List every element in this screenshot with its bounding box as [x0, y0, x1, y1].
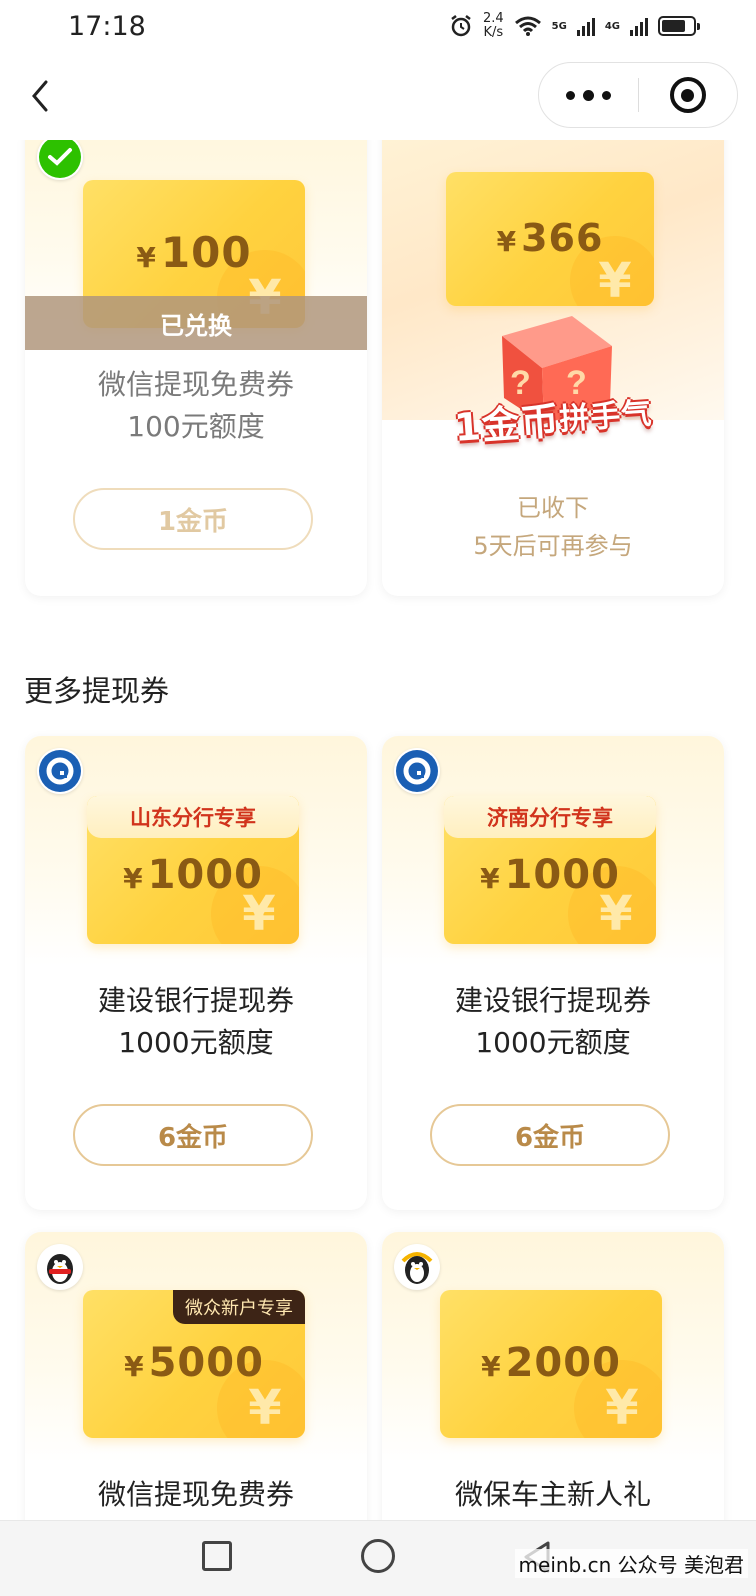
signal-label-1: 5G — [551, 20, 567, 32]
status-retry-note: 5天后可再参与 — [473, 532, 633, 560]
voucher-card-ccb-jinan[interactable]: 济南分行专享 ¥ ¥1000 建设银行提现券 1000元额度 6金币 — [382, 736, 724, 1210]
card-title: 微保车主新人礼 — [454, 1478, 651, 1511]
signal-bars-icon — [630, 16, 648, 36]
ccb-bank-icon — [394, 748, 440, 794]
status-bar: 17:18 2.4 K/s 5G 4G — [0, 0, 756, 52]
voucher-amount: ¥1000 — [480, 852, 620, 898]
voucher-ticket: ¥ ¥366 — [446, 172, 654, 306]
ccb-bank-icon — [37, 748, 83, 794]
voucher-card-webank[interactable]: 微众新户专享 ¥ ¥5000 微信提现免费券 — [25, 1232, 367, 1520]
signal-label-2: 4G — [604, 20, 620, 32]
target-close-icon[interactable] — [638, 63, 737, 127]
card-title: 微信提现免费券 — [97, 368, 294, 401]
branch-tag: 山东分行专享 — [87, 796, 299, 838]
voucher-ticket: 微众新户专享 ¥ ¥5000 — [83, 1290, 305, 1438]
card-title: 建设银行提现券 — [97, 984, 294, 1017]
redeem-button[interactable]: 6金币 — [430, 1104, 670, 1166]
voucher-amount: ¥5000 — [124, 1340, 264, 1386]
system-nav-bar: meinb.cn 公众号 美泡君 — [0, 1520, 756, 1596]
redeem-button[interactable]: 6金币 — [73, 1104, 313, 1166]
voucher-card-ccb-shandong[interactable]: 山东分行专享 ¥ ¥1000 建设银行提现券 1000元额度 6金币 — [25, 736, 367, 1210]
promo-big: 1金币 — [452, 398, 561, 450]
voucher-card-wesure[interactable]: ¥ ¥2000 微保车主新人礼 — [382, 1232, 724, 1520]
status-time: 17:18 — [68, 10, 146, 42]
voucher-amount: ¥2000 — [481, 1340, 621, 1386]
signal-bars-icon — [576, 16, 595, 36]
promo-small: 拼手气 — [558, 396, 654, 438]
battery-icon — [658, 16, 700, 36]
status-received: 已收下 — [517, 494, 589, 522]
voucher-amount: ¥366 — [496, 216, 604, 260]
nav-bar — [0, 52, 756, 140]
home-icon[interactable] — [361, 1539, 395, 1573]
voucher-amount: ¥1000 — [123, 852, 263, 898]
wifi-icon — [514, 16, 541, 36]
redeem-button[interactable]: 1金币 — [73, 488, 313, 550]
recent-apps-icon[interactable] — [202, 1541, 232, 1571]
card-title: 微信提现免费券 — [97, 1478, 294, 1511]
card-subtitle: 1000元额度 — [118, 1026, 274, 1059]
net-speed-unit: K/s — [483, 25, 504, 40]
voucher-ticket: 济南分行专享 ¥ ¥1000 — [444, 796, 656, 944]
section-title: 更多提现券 — [24, 674, 170, 708]
voucher-ticket: ¥ ¥2000 — [440, 1290, 662, 1438]
net-speed-value: 2.4 — [482, 11, 504, 26]
wesure-penguin-icon — [394, 1244, 440, 1290]
voucher-list: ¥ ¥100 已兑换 微信提现免费券 100元额度 1金币 ¥ ¥366 ? ?… — [0, 0, 756, 1520]
new-user-tag: 微众新户专享 — [173, 1290, 305, 1324]
card-title: 建设银行提现券 — [454, 984, 651, 1017]
card-subtitle: 100元额度 — [127, 410, 265, 443]
mini-program-capsule — [538, 62, 738, 128]
voucher-amount: ¥100 — [136, 228, 252, 277]
voucher-card-wechat[interactable]: ¥ ¥100 已兑换 微信提现免费券 100元额度 1金币 — [25, 120, 367, 596]
more-dots-icon[interactable] — [539, 63, 638, 127]
card-subtitle: 1000元额度 — [475, 1026, 631, 1059]
watermark: meinb.cn 公众号 美泡君 — [514, 1549, 748, 1578]
status-icons: 2.4 K/s 5G 4G — [449, 12, 700, 40]
net-speed: 2.4 K/s — [483, 12, 504, 40]
wechat-pay-icon — [37, 134, 83, 180]
voucher-card-lucky[interactable]: ¥ ¥366 ? ? 1金币 拼手气 已收下 5天后可再参与 — [382, 120, 724, 596]
voucher-ticket: 山东分行专享 ¥ ¥1000 — [87, 796, 299, 944]
redeemed-label: 已兑换 — [25, 296, 367, 350]
webank-penguin-icon — [37, 1244, 83, 1290]
alarm-icon — [451, 15, 471, 37]
branch-tag: 济南分行专享 — [444, 796, 656, 838]
back-chevron-icon[interactable] — [26, 76, 56, 116]
